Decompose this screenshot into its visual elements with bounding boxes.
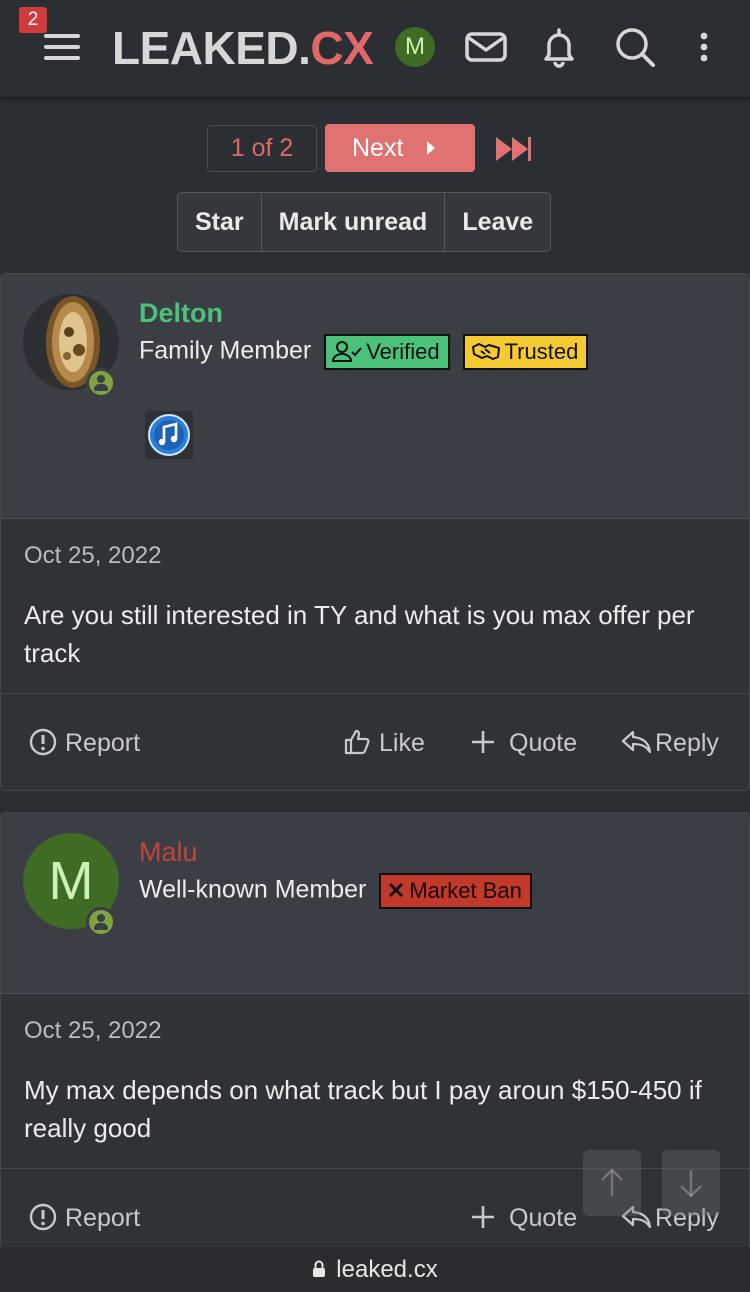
inbox-icon[interactable] (464, 25, 508, 69)
next-page-label: Next (352, 134, 404, 162)
reply-label: Reply (655, 729, 719, 757)
last-page-icon[interactable] (494, 135, 534, 163)
reply-icon (621, 731, 652, 754)
url-text: leaked.cx (336, 1256, 438, 1283)
thumbs-up-icon (344, 730, 370, 755)
market-ban-label: Market Ban (409, 878, 522, 903)
thread-action-group: Star Mark unread Leave (177, 192, 552, 252)
post-user-block: Delton Family Member Verified Trusted (1, 274, 749, 519)
music-app-icon (145, 411, 193, 459)
arrow-up-icon (601, 1168, 623, 1196)
handshake-icon (471, 343, 500, 361)
user-title: Well-known Member (139, 875, 367, 904)
post-footer: Report Like Quote Reply (1, 693, 749, 789)
alert-circle-icon (29, 1204, 57, 1231)
logo-text-main: LEAKED. (112, 22, 311, 74)
lock-icon (313, 1260, 326, 1277)
trusted-badge: Trusted (462, 334, 589, 370)
online-status-icon (86, 907, 116, 937)
account-avatar[interactable]: M (395, 27, 435, 67)
site-header: 2 LEAKED.CX M (0, 0, 750, 98)
user-check-icon (332, 341, 362, 363)
post-user-block: M Malu Well-known Member Market Ban (1, 813, 749, 994)
arrow-down-icon (680, 1170, 702, 1198)
user-title-row: Family Member Verified Trusted (139, 334, 589, 370)
scroll-to-bottom-button[interactable] (662, 1150, 720, 1216)
username-text: Delton (139, 298, 223, 328)
close-icon (389, 883, 404, 898)
mark-unread-button[interactable]: Mark unread (262, 193, 446, 251)
report-button[interactable]: Report (29, 728, 140, 758)
search-icon[interactable] (613, 25, 657, 69)
scroll-to-top-button[interactable] (583, 1150, 641, 1216)
trusted-badge-label: Trusted (504, 339, 579, 364)
leave-thread-button[interactable]: Leave (445, 193, 550, 251)
star-thread-button[interactable]: Star (178, 193, 262, 251)
username[interactable]: Delton (139, 298, 223, 329)
report-label: Report (65, 1204, 141, 1232)
page-indicator[interactable]: 1 of 2 (207, 125, 317, 172)
report-button[interactable]: Report (29, 1203, 140, 1233)
alert-circle-icon (29, 729, 57, 756)
user-title: Family Member (139, 336, 312, 365)
username[interactable]: Malu (139, 837, 198, 868)
like-label: Like (379, 729, 425, 757)
post-date[interactable]: Oct 25, 2022 (24, 1017, 161, 1045)
post-card: Delton Family Member Verified Trusted Oc… (0, 273, 750, 791)
plus-icon (472, 1206, 494, 1229)
verified-badge: Verified (324, 334, 450, 370)
post-date[interactable]: Oct 25, 2022 (24, 542, 161, 570)
hamburger-menu-icon[interactable] (40, 30, 82, 64)
notification-count-badge: 2 (19, 7, 47, 33)
logo-text-accent: CX (310, 22, 374, 74)
bell-icon[interactable] (537, 25, 581, 69)
market-ban-badge: Market Ban (379, 873, 532, 909)
browser-url-bar[interactable]: leaked.cx (0, 1247, 750, 1292)
reply-button[interactable]: Reply (621, 728, 719, 758)
next-page-button[interactable]: Next (325, 124, 475, 172)
caret-right-icon (427, 141, 435, 155)
post-body: My max depends on what track but I pay a… (24, 1075, 702, 1143)
post-card: M Malu Well-known Member Market Ban Oct … (0, 812, 750, 1292)
like-button[interactable]: Like (343, 728, 425, 758)
quote-button[interactable]: Quote (469, 1203, 577, 1233)
online-status-icon (86, 368, 116, 398)
quote-label: Quote (509, 729, 578, 757)
username-text: Malu (139, 837, 198, 867)
user-title-row: Well-known Member Market Ban (139, 873, 532, 909)
site-logo[interactable]: LEAKED.CX (112, 22, 374, 74)
post-body: Are you still interested in TY and what … (24, 600, 695, 668)
verified-badge-label: Verified (366, 339, 440, 364)
more-options-icon[interactable] (682, 25, 726, 69)
quote-button[interactable]: Quote (469, 728, 577, 758)
quote-label: Quote (509, 1204, 578, 1232)
report-label: Report (65, 729, 141, 757)
plus-icon (472, 731, 494, 754)
